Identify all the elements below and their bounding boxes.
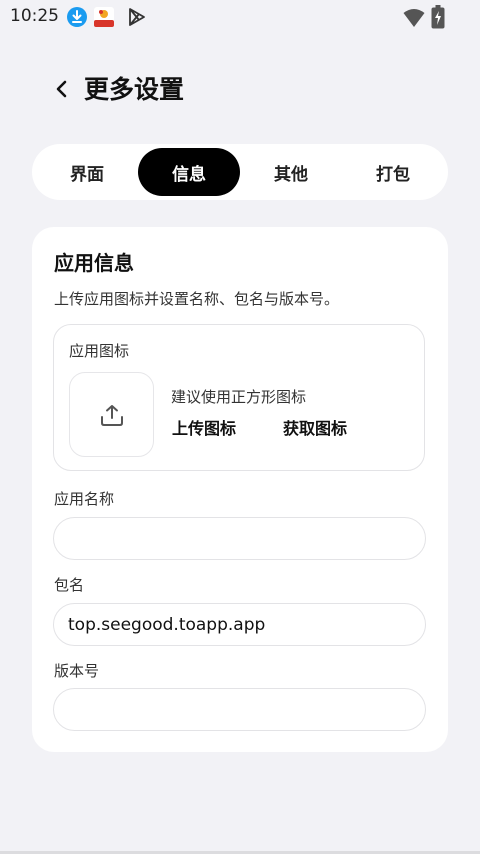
upload-icon-button[interactable]: 上传图标 (172, 415, 236, 439)
status-time: 10:25 (10, 6, 59, 26)
wifi-icon (403, 9, 425, 27)
app-icon-section: 应用图标 建议使用正方形图标 上传图标 获取图标 (53, 324, 425, 471)
tab-info[interactable]: 信息 (138, 148, 240, 196)
tab-other[interactable]: 其他 (240, 148, 342, 196)
package-name-label: 包名 (54, 576, 85, 594)
app-name-label: 应用名称 (54, 490, 115, 508)
settings-tabs: 界面 信息 其他 打包 (32, 144, 448, 200)
app-icon-label: 应用图标 (69, 342, 130, 360)
upload-icon (100, 404, 123, 426)
app-info-card: 应用信息 上传应用图标并设置名称、包名与版本号。 应用图标 建议使用正方形图标 … (32, 227, 448, 752)
chevron-left-icon (56, 80, 67, 98)
more-settings-screen: 10:25 更多设置 界面 信息 其他 打包 应用信息 上传应用图标并设置名称、… (0, 0, 480, 854)
fetch-icon-button[interactable]: 获取图标 (283, 415, 347, 439)
app-name-field[interactable] (53, 517, 426, 560)
icon-hint: 建议使用正方形图标 (171, 388, 307, 406)
section-title: 应用信息 (54, 251, 134, 275)
package-name-field[interactable] (53, 603, 426, 646)
tab-package[interactable]: 打包 (342, 148, 444, 196)
play-store-icon (129, 8, 145, 26)
download-icon (67, 7, 87, 27)
icon-upload-area[interactable] (69, 372, 154, 457)
page-title: 更多设置 (84, 75, 185, 104)
version-field[interactable] (53, 688, 426, 731)
version-label: 版本号 (54, 662, 100, 680)
section-description: 上传应用图标并设置名称、包名与版本号。 (54, 290, 340, 308)
battery-icon (431, 5, 445, 29)
back-button[interactable] (46, 72, 78, 106)
status-bar: 10:25 (0, 0, 480, 34)
tab-interface[interactable]: 界面 (36, 148, 138, 196)
app-notification-icon (94, 7, 114, 27)
header: 更多设置 (0, 64, 480, 114)
